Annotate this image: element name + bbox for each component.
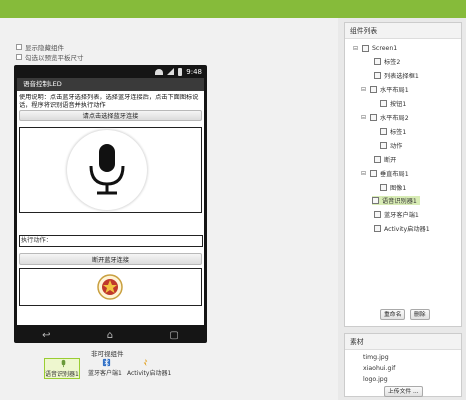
bluetooth-icon <box>374 211 381 218</box>
activity-starter-icon <box>143 358 148 367</box>
disconnect-button[interactable]: 断开蓝牙连接 <box>19 253 202 265</box>
connect-button[interactable]: 请点击选择蓝牙连接 <box>19 110 202 121</box>
tree-node[interactable]: Activity启动器1 <box>374 224 430 233</box>
label-icon <box>380 128 387 135</box>
activity-starter-icon <box>374 225 381 232</box>
horizontal-layout-icon <box>370 114 377 121</box>
nonvisible-item-label: 蓝牙客户端1 <box>88 370 122 377</box>
nonvisible-heading: 非可视组件 <box>91 350 124 358</box>
screen-icon <box>362 45 369 52</box>
tree-node[interactable]: 标签1 <box>380 127 406 136</box>
collapse-icon[interactable]: ⊟ <box>360 170 367 177</box>
tree-node[interactable]: 图像1 <box>380 183 406 192</box>
nonvisible-item-label: 语音识别器1 <box>45 371 79 378</box>
show-hidden-checkbox[interactable] <box>16 43 22 50</box>
tree-node-screen1[interactable]: ⊟ Screen1 <box>352 44 397 53</box>
vertical-layout-icon <box>370 170 377 177</box>
tablet-preview-checkbox[interactable] <box>16 53 22 60</box>
top-bar <box>0 0 466 18</box>
media-file[interactable]: logo.jpg <box>363 376 388 383</box>
app-screen: 语音控制LED 使用说明：点击蓝牙选择列表，选择蓝牙连接后，点击下面图标说话，程… <box>17 78 204 325</box>
bluetooth-icon <box>102 358 111 367</box>
tree-node[interactable]: ⊟ 垂直布局1 <box>360 169 409 178</box>
show-hidden-option[interactable]: 显示隐藏组件 <box>16 42 64 52</box>
delete-button[interactable]: 删除 <box>410 309 430 320</box>
collapse-icon[interactable]: ⊟ <box>360 86 367 93</box>
tree-node[interactable]: ⊟ 水平布局2 <box>360 113 409 122</box>
collapse-icon[interactable]: ⊟ <box>360 114 367 121</box>
tree-node-selected[interactable]: 语音识别器1 <box>372 196 420 205</box>
nonvisible-item[interactable]: 语音识别器1 <box>44 358 80 379</box>
back-icon[interactable]: ↩ <box>42 330 50 341</box>
upload-file-button[interactable]: 上传文件 ... <box>384 386 423 397</box>
speech-recognizer-icon <box>61 359 66 368</box>
label-icon <box>380 142 387 149</box>
home-icon[interactable]: ⌂ <box>107 330 113 341</box>
logo-seal-icon <box>97 274 123 300</box>
tree-node[interactable]: 标签2 <box>374 57 400 66</box>
battery-icon <box>178 67 183 76</box>
button-icon <box>380 100 387 107</box>
list-picker-icon <box>374 72 381 79</box>
tree-node[interactable]: 动作 <box>380 141 402 150</box>
tree-node[interactable]: ⊟ 水平布局1 <box>360 85 409 94</box>
tablet-preview-label: 勾选以预览平板尺寸 <box>25 53 84 62</box>
tablet-preview-option[interactable]: 勾选以预览平板尺寸 <box>16 52 84 62</box>
nonvisible-item-label: Activity启动器1 <box>127 370 172 377</box>
mic-image-box[interactable] <box>19 127 202 213</box>
collapse-icon[interactable]: ⊟ <box>352 45 359 52</box>
action-label[interactable]: 执行动作： <box>19 235 203 247</box>
image-icon <box>380 184 387 191</box>
microphone-icon <box>67 130 147 210</box>
label-icon <box>374 58 381 65</box>
wifi-icon <box>155 68 164 75</box>
tree-node[interactable]: 列表选择框1 <box>374 71 419 80</box>
horizontal-layout-icon <box>370 86 377 93</box>
description-label[interactable]: 使用说明：点击蓝牙选择列表，选择蓝牙连接后，点击下面图标说话，程序将识别语音并执… <box>19 94 203 109</box>
phone-preview: 9:48 语音控制LED 使用说明：点击蓝牙选择列表，选择蓝牙连接后，点击下面图… <box>14 65 207 343</box>
recent-apps-icon[interactable]: ▢ <box>169 330 178 341</box>
media-file[interactable]: xiaohui.gif <box>363 365 395 372</box>
nav-bar: ↩ ⌂ ▢ <box>14 327 207 343</box>
app-title-bar: 语音控制LED <box>17 78 204 91</box>
tree-node[interactable]: 蓝牙客户端1 <box>374 210 419 219</box>
status-time: 9:48 <box>186 67 202 76</box>
media-file[interactable]: timg.jpg <box>363 354 389 361</box>
media-heading: 素材 <box>345 334 461 350</box>
tree-node[interactable]: 断开 <box>374 155 396 164</box>
rename-button[interactable]: 重命名 <box>380 309 406 320</box>
nonvisible-item[interactable]: 蓝牙客户端1 <box>88 358 122 377</box>
logo-image-box[interactable] <box>19 268 202 306</box>
status-bar: 9:48 <box>14 65 207 78</box>
nonvisible-item[interactable]: Activity启动器1 <box>127 358 171 377</box>
show-hidden-label: 显示隐藏组件 <box>25 43 64 52</box>
tree-node[interactable]: 按钮1 <box>380 99 406 108</box>
components-heading: 组件列表 <box>345 23 461 39</box>
speech-recognizer-icon <box>372 197 379 204</box>
button-icon <box>374 156 381 163</box>
signal-icon <box>167 68 175 75</box>
